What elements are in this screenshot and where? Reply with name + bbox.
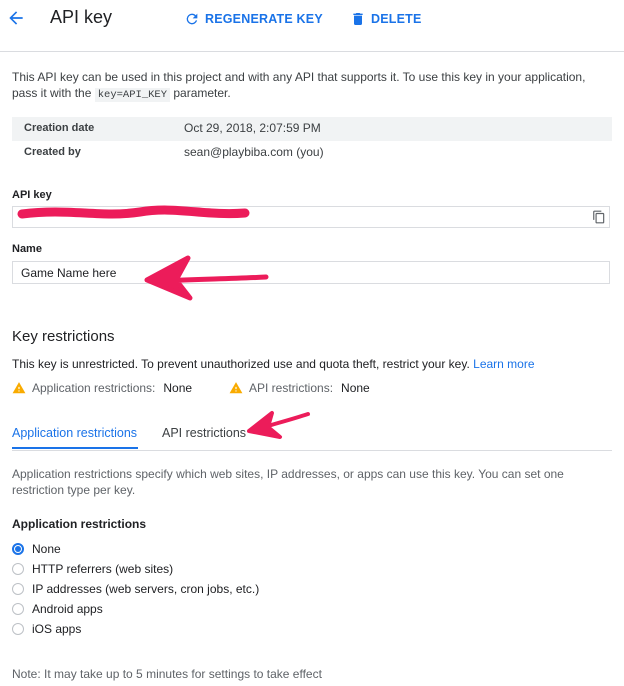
trash-icon <box>353 13 363 25</box>
created-by-label: Created by <box>24 146 81 158</box>
radio-http-referrers[interactable]: HTTP referrers (web sites) <box>12 562 173 576</box>
radio-button[interactable] <box>12 623 24 635</box>
radio-ios-apps[interactable]: iOS apps <box>12 622 81 636</box>
warning-icon <box>12 382 26 394</box>
application-restrictions-status: Application restrictions: None <box>12 381 192 395</box>
intro-text-after: parameter. <box>170 86 231 100</box>
back-arrow-icon[interactable] <box>6 8 26 28</box>
radio-ip-addresses-label: IP addresses (web servers, cron jobs, et… <box>32 582 260 596</box>
key-restrictions-heading: Key restrictions <box>12 328 115 345</box>
name-input[interactable]: Game Name here <box>12 261 610 284</box>
delete-label: DELETE <box>371 12 422 26</box>
radio-none[interactable]: None <box>12 542 61 556</box>
delete-button[interactable]: DELETE <box>350 11 422 27</box>
active-tab-indicator <box>12 447 138 449</box>
created-by-row: Created by sean@playbiba.com (you) <box>12 141 612 165</box>
unrestricted-warning-text: This key is unrestricted. To prevent una… <box>12 357 470 371</box>
api-restrictions-status-label: API restrictions: <box>249 381 334 395</box>
radio-ios-apps-label: iOS apps <box>32 622 82 636</box>
api-key-field[interactable] <box>12 206 610 228</box>
key-metadata: Creation date Oct 29, 2018, 2:07:59 PM C… <box>12 117 612 165</box>
copy-icon[interactable] <box>592 210 606 224</box>
restriction-tabs: Application restrictions API restriction… <box>12 420 612 451</box>
settings-delay-note: Note: It may take up to 5 minutes for se… <box>12 667 322 681</box>
application-restrictions-heading: Application restrictions <box>12 517 147 531</box>
radio-android-apps-label: Android apps <box>32 602 103 616</box>
warning-icon <box>229 382 243 394</box>
tab-api-restrictions[interactable]: API restrictions <box>162 426 246 440</box>
name-input-value: Game Name here <box>21 266 117 280</box>
app-bar: API key REGENERATE KEY DELETE <box>0 0 624 52</box>
created-by-value: sean@playbiba.com (you) <box>184 145 324 159</box>
tab-application-restrictions[interactable]: Application restrictions <box>12 426 137 440</box>
learn-more-link[interactable]: Learn more <box>473 357 534 371</box>
radio-button[interactable] <box>12 603 24 615</box>
regenerate-key-label: REGENERATE KEY <box>205 12 323 26</box>
radio-button-checked[interactable] <box>12 543 24 555</box>
creation-date-row: Creation date Oct 29, 2018, 2:07:59 PM <box>12 117 612 141</box>
api-key-label: API key <box>12 189 52 201</box>
application-restrictions-description: Application restrictions specify which w… <box>12 467 564 497</box>
unrestricted-warning: This key is unrestricted. To prevent una… <box>12 357 535 371</box>
application-restrictions-status-label: Application restrictions: <box>32 381 156 395</box>
api-restrictions-status-value: None <box>341 381 370 395</box>
regenerate-key-button[interactable]: REGENERATE KEY <box>184 11 323 27</box>
creation-date-label: Creation date <box>24 122 95 134</box>
intro-code: key=API_KEY <box>94 88 171 102</box>
radio-button[interactable] <box>12 563 24 575</box>
radio-button[interactable] <box>12 583 24 595</box>
name-label: Name <box>12 243 42 255</box>
intro-text: This API key can be used in this project… <box>12 69 612 103</box>
radio-android-apps[interactable]: Android apps <box>12 602 103 616</box>
radio-ip-addresses[interactable]: IP addresses (web servers, cron jobs, et… <box>12 582 259 596</box>
radio-none-label: None <box>32 542 61 556</box>
page-title: API key <box>50 7 113 27</box>
radio-http-referrers-label: HTTP referrers (web sites) <box>32 562 174 576</box>
refresh-icon <box>186 13 198 25</box>
application-restrictions-status-value: None <box>163 381 193 395</box>
api-restrictions-status: API restrictions: None <box>229 381 370 395</box>
creation-date-value: Oct 29, 2018, 2:07:59 PM <box>184 121 321 135</box>
